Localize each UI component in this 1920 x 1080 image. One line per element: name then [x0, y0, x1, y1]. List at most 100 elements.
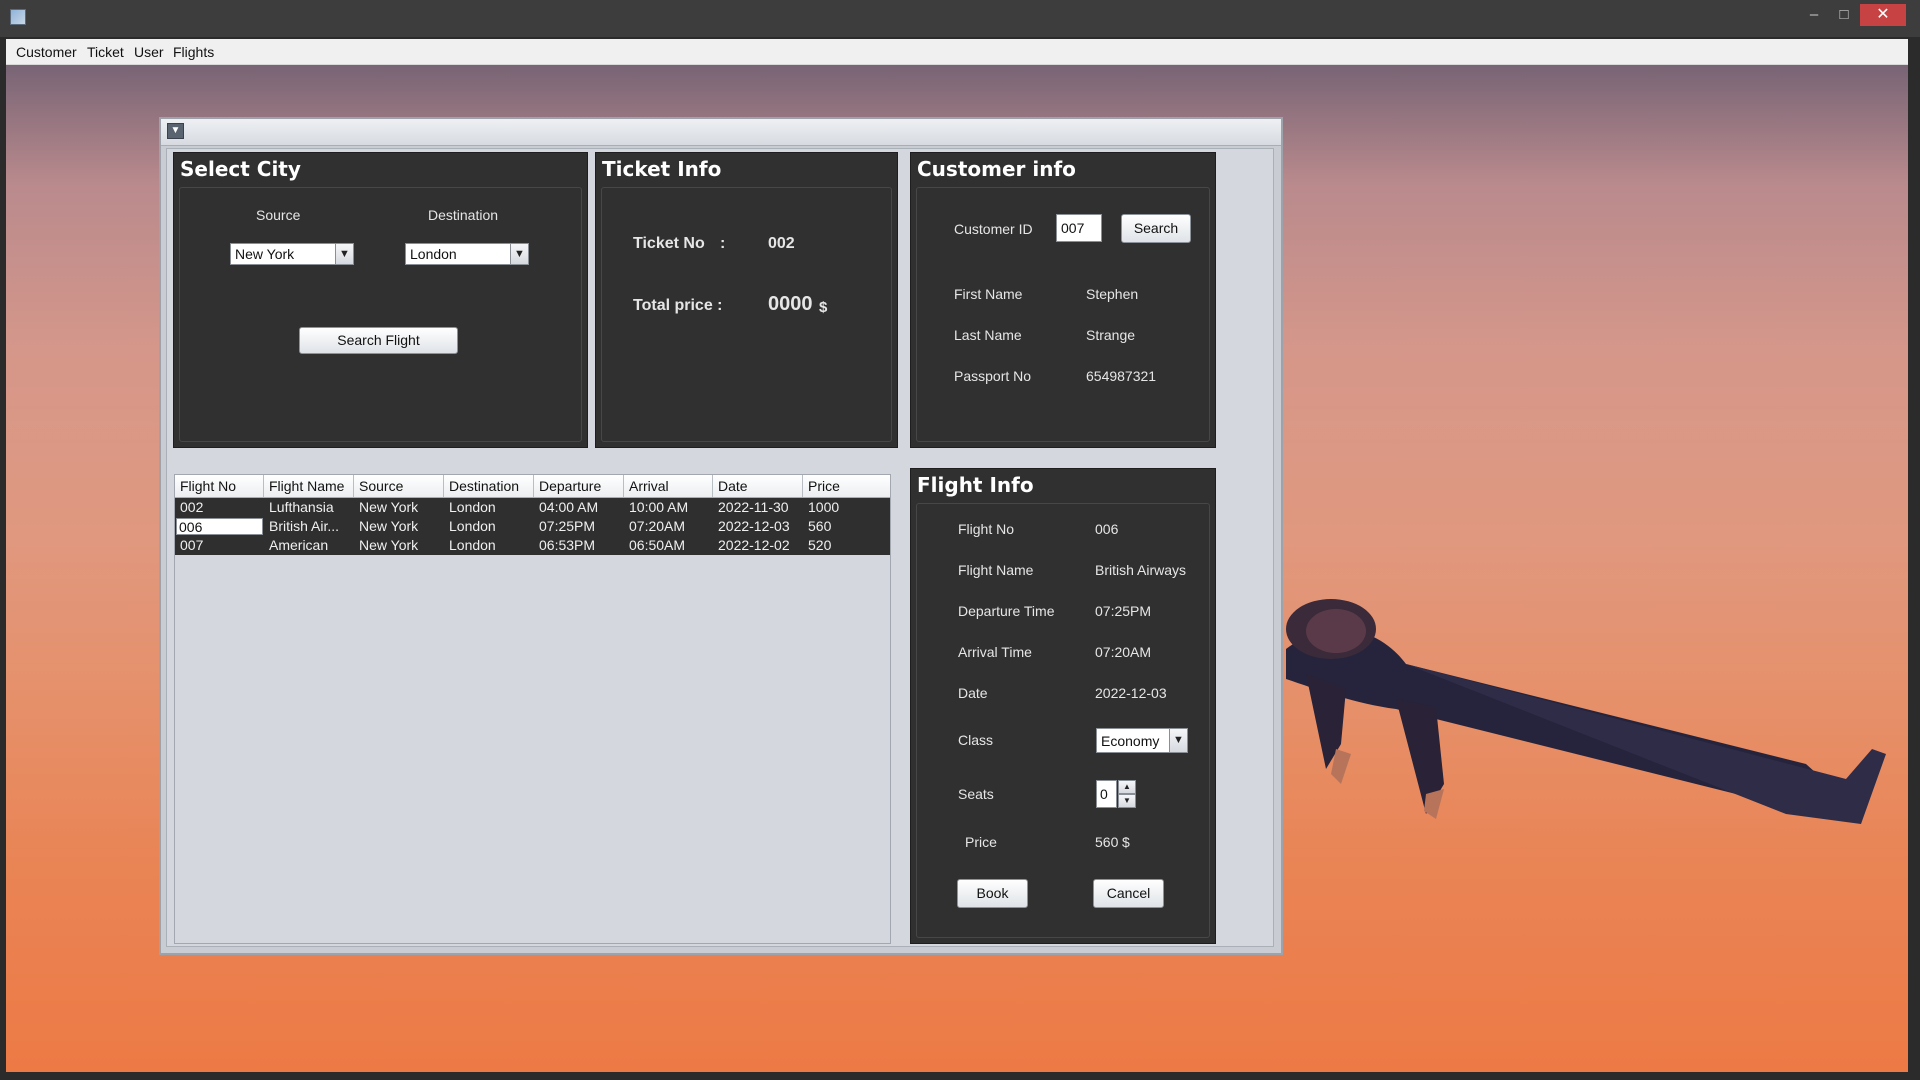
ticket-info-panel: Ticket Info Ticket No : 002 Total price … — [595, 152, 898, 448]
class-label: Class — [958, 732, 994, 748]
cell-flight-no: 002 — [180, 499, 204, 515]
price-currency: $ — [1122, 834, 1130, 850]
window-titlebar: – □ ✕ — [0, 0, 1920, 37]
passport-no-label: Passport No — [954, 368, 1032, 384]
spinner-up-icon[interactable]: ▲ — [1118, 780, 1136, 794]
flight-name-value: British Airways — [1095, 562, 1187, 578]
cell-flight-name: American — [269, 537, 329, 553]
source-label: Source — [256, 207, 301, 223]
departure-time-label: Departure Time — [958, 603, 1055, 619]
select-city-title: Select City — [180, 157, 301, 181]
table-row[interactable]: 002 Lufthansia New York London 04:00 AM … — [175, 498, 890, 517]
customer-info-title: Customer info — [917, 157, 1076, 181]
flight-no-label: Flight No — [958, 521, 1015, 537]
flight-name-label: Flight Name — [958, 562, 1034, 578]
seats-value[interactable]: 0 — [1096, 780, 1117, 808]
cell-date: 2022-12-03 — [718, 518, 790, 534]
cell-flight-no: 007 — [180, 537, 204, 553]
cell-flight-name: British Air... — [269, 518, 340, 534]
column-header-date[interactable]: Date — [713, 475, 803, 497]
menu-user[interactable]: User — [134, 44, 164, 60]
select-city-inner — [179, 187, 582, 442]
column-header-departure[interactable]: Departure — [534, 475, 624, 497]
last-name-label: Last Name — [954, 327, 1022, 343]
flight-no-value: 006 — [1095, 521, 1119, 537]
column-header-flight-name[interactable]: Flight Name — [264, 475, 354, 497]
maximize-button[interactable]: □ — [1830, 4, 1858, 26]
column-header-flight-no[interactable]: Flight No — [175, 475, 264, 497]
airplane-image — [1286, 599, 1886, 824]
ticket-no-separator: : — [720, 235, 726, 252]
column-header-source[interactable]: Source — [354, 475, 444, 497]
chevron-down-icon[interactable]: ▼ — [167, 123, 184, 139]
table-row-selected[interactable]: 006 British Air... New York London 07:25… — [175, 517, 890, 536]
class-combobox-value: Economy — [1101, 733, 1160, 749]
close-button[interactable]: ✕ — [1860, 4, 1906, 26]
destination-label: Destination — [428, 207, 499, 223]
booking-form: Select City Source Destination New York … — [166, 148, 1274, 947]
first-name-label: First Name — [954, 286, 1023, 302]
column-header-arrival[interactable]: Arrival — [624, 475, 713, 497]
destination-combobox-value: London — [410, 246, 457, 262]
flight-info-title: Flight Info — [917, 473, 1034, 497]
cell-destination: London — [449, 499, 496, 515]
menu-ticket[interactable]: Ticket — [87, 44, 124, 60]
price-value: 560 — [1095, 834, 1119, 850]
flight-info-panel: Flight Info Flight No 006 Flight Name Br… — [910, 468, 1216, 944]
seats-label: Seats — [958, 786, 994, 802]
chevron-down-icon[interactable]: ▼ — [510, 244, 528, 264]
customer-search-button[interactable]: Search — [1121, 214, 1191, 243]
source-combobox[interactable]: New York ▼ — [230, 243, 354, 265]
cell-departure: 04:00 AM — [539, 499, 599, 515]
chevron-down-icon[interactable]: ▼ — [335, 244, 353, 264]
total-price-label: Total price : — [633, 297, 723, 314]
total-price-currency: $ — [819, 299, 828, 316]
column-header-price[interactable]: Price — [803, 475, 890, 497]
search-flight-button[interactable]: Search Flight — [299, 327, 458, 354]
passport-no-value: 654987321 — [1086, 368, 1157, 384]
ticket-no-label: Ticket No — [633, 235, 705, 252]
chevron-down-icon[interactable]: ▼ — [1169, 729, 1187, 752]
desktop-pane: Customer Ticket User Flights ▼ Select Ci… — [6, 39, 1908, 1072]
class-combobox[interactable]: Economy ▼ — [1096, 728, 1188, 753]
cell-departure: 07:25PM — [539, 518, 596, 534]
cell-price: 560 — [808, 518, 832, 534]
flights-table-header: Flight No Flight Name Source Destination… — [175, 475, 890, 498]
cell-arrival: 06:50AM — [629, 537, 686, 553]
seats-spinner[interactable]: 0 ▲ ▼ — [1096, 780, 1136, 808]
column-header-destination[interactable]: Destination — [444, 475, 534, 497]
minimize-button[interactable]: – — [1800, 4, 1828, 26]
cell-date: 2022-12-02 — [718, 537, 790, 553]
destination-combobox[interactable]: London ▼ — [405, 243, 529, 265]
cell-price: 1000 — [808, 499, 840, 515]
flights-table: Flight No Flight Name Source Destination… — [174, 474, 891, 944]
menu-flights[interactable]: Flights — [173, 44, 214, 60]
departure-time-value: 07:25PM — [1095, 603, 1152, 619]
customer-info-panel: Customer info Customer ID 007 Search Fir… — [910, 152, 1216, 448]
cell-departure: 06:53PM — [539, 537, 596, 553]
ticket-no-value: 002 — [768, 235, 795, 252]
cell-source: New York — [359, 518, 419, 534]
cell-source: New York — [359, 537, 419, 553]
arrival-time-value: 07:20AM — [1095, 644, 1152, 660]
cell-source: New York — [359, 499, 419, 515]
book-button[interactable]: Book — [957, 879, 1028, 908]
cell-flight-no-editing[interactable]: 006 — [176, 518, 263, 535]
date-value: 2022-12-03 — [1095, 685, 1167, 701]
spinner-down-icon[interactable]: ▼ — [1118, 794, 1136, 808]
cell-destination: London — [449, 518, 496, 534]
table-row[interactable]: 007 American New York London 06:53PM 06:… — [175, 536, 890, 555]
select-city-panel: Select City Source Destination New York … — [173, 152, 588, 448]
price-label: Price — [965, 834, 997, 850]
customer-id-field[interactable]: 007 — [1056, 214, 1102, 242]
last-name-value: Strange — [1086, 327, 1136, 343]
cell-arrival: 10:00 AM — [629, 499, 689, 515]
menu-customer[interactable]: Customer — [16, 44, 77, 60]
total-price-value: 0000 — [768, 293, 813, 315]
cell-arrival: 07:20AM — [629, 518, 686, 534]
cancel-button[interactable]: Cancel — [1093, 879, 1164, 908]
customer-id-label: Customer ID — [954, 221, 1033, 237]
cell-date: 2022-11-30 — [718, 499, 789, 515]
internal-frame-titlebar: ▼ — [161, 119, 1281, 146]
date-label: Date — [958, 685, 988, 701]
